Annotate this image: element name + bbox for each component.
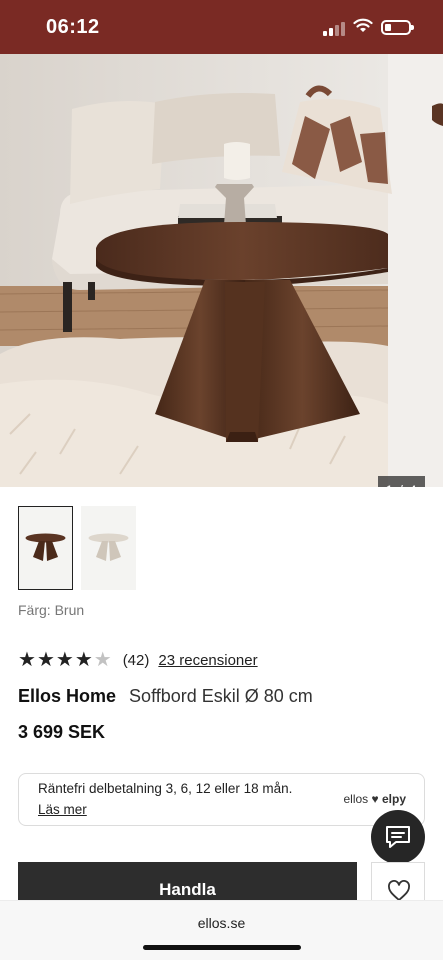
home-indicator[interactable] (143, 945, 301, 950)
thumbnail-white[interactable] (81, 506, 136, 590)
chat-icon (386, 826, 410, 848)
cellular-signal-icon (323, 20, 345, 36)
star-icon: ★ (18, 649, 36, 671)
product-name: Soffbord Eskil Ø 80 cm (129, 686, 313, 706)
thumbnail-brown-image (19, 507, 72, 589)
chat-button[interactable] (371, 810, 425, 864)
star-empty-icon: ★ (93, 649, 112, 671)
heart-outline-icon (388, 880, 410, 901)
product-image-carousel[interactable]: 1 / 4 (0, 54, 443, 487)
status-bar: 06:12 (0, 0, 443, 54)
status-time: 06:12 (46, 16, 100, 38)
reviews-link[interactable]: 23 recensioner (158, 652, 257, 669)
thumbnail-brown[interactable] (18, 506, 73, 590)
browser-url-bar[interactable]: ellos.se (0, 900, 443, 960)
review-count: (42) (122, 651, 150, 669)
thumbnail-white-image (81, 506, 136, 590)
product-title: Ellos Home Soffbord Eskil Ø 80 cm (18, 686, 313, 707)
rating-stars: ★ ★ ★ ★ ★ (18, 650, 113, 670)
star-icon: ★ (55, 649, 74, 671)
product-price: 3 699 SEK (18, 722, 106, 742)
heart-icon: ♥ (371, 792, 379, 806)
wifi-icon (353, 18, 373, 32)
star-icon: ★ (36, 649, 55, 671)
financing-partner-logo: ellos ♥ elpy (343, 792, 406, 806)
color-label: Färg: Brun (18, 602, 85, 618)
partner-elpy: elpy (381, 792, 406, 806)
product-photo (0, 54, 443, 487)
partner-ellos: ellos (343, 792, 369, 806)
rating-row: ★ ★ ★ ★ ★ (42) 23 recensioner (18, 650, 258, 670)
url-text[interactable]: ellos.se (0, 915, 443, 931)
read-more-link[interactable]: Läs mer (38, 802, 87, 817)
product-brand[interactable]: Ellos Home (18, 686, 116, 706)
image-counter: 1 / 4 (378, 476, 425, 487)
financing-box: Räntefri delbetalning 3, 6, 12 eller 18 … (18, 773, 425, 826)
star-icon: ★ (74, 649, 93, 671)
financing-text: Räntefri delbetalning 3, 6, 12 eller 18 … (38, 781, 293, 796)
battery-icon (381, 20, 414, 35)
